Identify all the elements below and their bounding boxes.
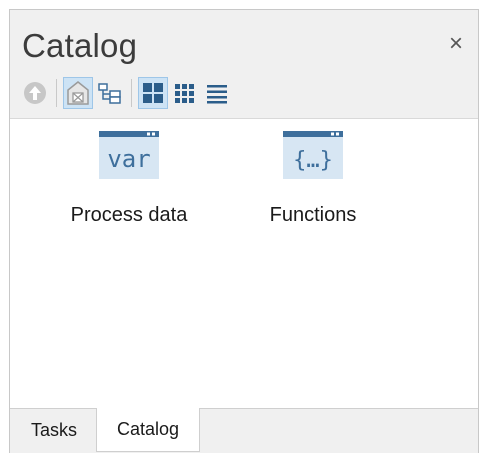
pane-title: Catalog	[22, 27, 138, 64]
function-braces-icon: {…}	[283, 131, 343, 179]
tree-view-icon	[98, 83, 121, 104]
catalog-toolbar	[20, 76, 234, 110]
catalog-item-functions[interactable]: {…} Functions	[238, 129, 388, 227]
small-icons-view-icon	[175, 84, 194, 103]
list-view-button[interactable]	[202, 77, 232, 109]
up-arrow-icon	[24, 82, 46, 104]
tree-view-button[interactable]	[95, 77, 125, 109]
toolbar-separator	[56, 79, 57, 107]
catalog-pane: Catalog × var Process data {…} Functions…	[9, 9, 479, 453]
close-icon[interactable]: ×	[444, 32, 468, 56]
large-icons-button[interactable]	[138, 77, 168, 109]
home-icon	[67, 81, 89, 105]
catalog-item-process-data[interactable]: var Process data	[54, 129, 204, 227]
large-icons-view-icon	[143, 83, 163, 103]
list-view-icon	[207, 85, 227, 104]
function-icon-text: {…}	[293, 148, 333, 173]
catalog-item-label: Functions	[269, 204, 357, 226]
variable-icon-text: var	[107, 145, 150, 173]
catalog-item-label: Process data	[70, 204, 188, 226]
up-button[interactable]	[20, 77, 50, 109]
tab-catalog[interactable]: Catalog	[96, 408, 200, 452]
small-icons-button[interactable]	[170, 77, 200, 109]
home-button[interactable]	[63, 77, 93, 109]
pane-tab-strip: Tasks Catalog	[10, 408, 478, 453]
tab-tasks[interactable]: Tasks	[14, 409, 94, 451]
variable-icon: var	[99, 131, 159, 179]
catalog-content: var Process data {…} Functions	[10, 118, 478, 409]
pane-header: Catalog ×	[10, 10, 478, 118]
toolbar-separator	[131, 79, 132, 107]
